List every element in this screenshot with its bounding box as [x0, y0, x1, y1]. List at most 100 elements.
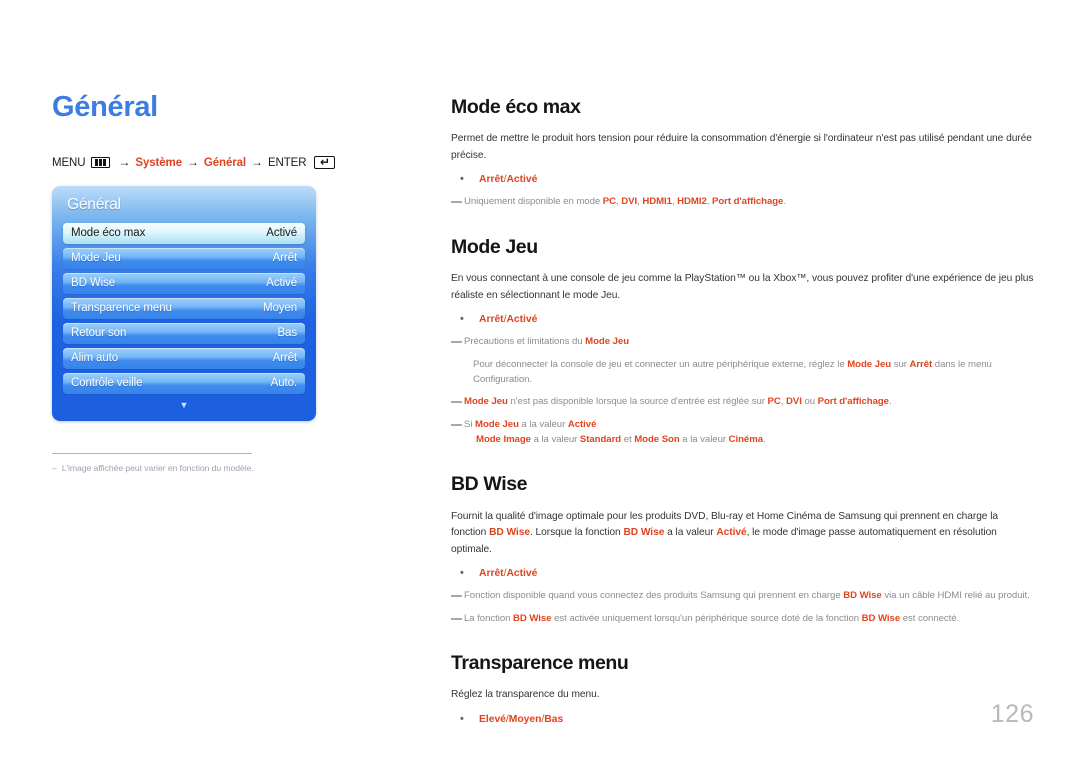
- section-mode-eco-max: Mode éco max Permet de mettre le produit…: [451, 96, 1034, 210]
- section-title: Transparence menu: [451, 651, 629, 674]
- note-bd-wise-hdmi: Fonction disponible quand vous connectez…: [451, 588, 1034, 603]
- note-value-mode-image: Mode Image: [476, 433, 531, 445]
- note-value-arret: Arrêt: [909, 358, 933, 370]
- osd-row-mode-jeu[interactable]: Mode Jeu Arrêt: [63, 247, 305, 269]
- osd-row-value: Bas: [277, 327, 297, 340]
- section-title: Mode Jeu: [451, 235, 538, 258]
- osd-row-alim-auto[interactable]: Alim auto Arrêt: [63, 347, 305, 369]
- osd-row-value: Activé: [266, 227, 297, 240]
- manual-page: Général MENU → Système → Général → ENTER…: [0, 0, 1080, 763]
- chevron-down-icon[interactable]: ▼: [63, 398, 305, 411]
- note-dash-icon: [451, 401, 462, 404]
- note-value-mode-son: Mode Son: [634, 433, 680, 445]
- note-text: Si: [464, 418, 476, 430]
- section-paragraph: Permet de mettre le produit hors tension…: [451, 133, 1032, 161]
- note-value-bd-wise: BD Wise: [843, 590, 882, 602]
- note-text: est connecté.: [900, 612, 960, 624]
- osd-row-bd-wise[interactable]: BD Wise Activé: [63, 272, 305, 294]
- note-value-mode-jeu: Mode Jeu: [847, 358, 892, 370]
- page-number: 126: [990, 700, 1034, 728]
- breadcrumb: MENU → Système → Général → ENTER: [52, 154, 382, 170]
- note-text: Fonction disponible quand vous connectez…: [464, 590, 844, 602]
- note-text: via un câble HDMI relié au produit.: [881, 590, 1030, 602]
- osd-row-label: Mode Jeu: [71, 252, 121, 265]
- note-value-active: Activé: [567, 418, 597, 430]
- note-dash-icon: [451, 341, 462, 344]
- breadcrumb-arrow-1: →: [118, 154, 131, 169]
- bullet-dot: •: [460, 173, 464, 186]
- breadcrumb-step-general: Général: [203, 156, 247, 169]
- note-text: La fonction: [464, 612, 514, 624]
- option-eleve: Elevé: [479, 713, 506, 725]
- bullet-dot: •: [460, 313, 464, 326]
- note-value-pc: PC: [602, 196, 617, 208]
- paragraph-text: . Lorsque la fonction: [529, 527, 624, 539]
- note-dash-icon: [451, 595, 462, 598]
- section-title: BD Wise: [451, 473, 528, 496]
- osd-row-value: Activé: [266, 277, 297, 290]
- section-paragraph: En vous connectant à une console de jeu …: [451, 273, 1034, 301]
- note-second-line: Mode Image a la valeur Standard et Mode …: [464, 432, 1034, 447]
- osd-row-transparence-menu[interactable]: Transparence menu Moyen: [63, 297, 305, 319]
- note-text: ou: [801, 396, 818, 408]
- note-period: .: [783, 196, 786, 208]
- osd-row-value: Auto.: [270, 377, 297, 390]
- section-title: Mode éco max: [451, 96, 581, 118]
- footnote-dash: ‒: [52, 462, 57, 473]
- note-value-cinema: Cinéma: [728, 433, 763, 445]
- section-transparence-menu: Transparence menu Réglez la transparence…: [451, 652, 1034, 725]
- note-text: a la valeur: [679, 433, 729, 445]
- note-mode-jeu-active: Si Mode Jeu a la valeur Activé Mode Imag…: [451, 417, 1034, 448]
- left-column: Général MENU → Système → Général → ENTER…: [52, 91, 382, 474]
- note-dash-icon: [451, 423, 462, 426]
- osd-menu-title: Général: [67, 195, 121, 213]
- note-text: Précautions et limitations du: [464, 336, 586, 348]
- note-text: Uniquement disponible en mode: [464, 196, 603, 208]
- note-value-port-affichage: Port d'affichage: [712, 196, 784, 208]
- osd-row-label: BD Wise: [71, 277, 116, 290]
- note-precautions-detail: Pour déconnecter la console de jeu et co…: [451, 357, 1034, 388]
- section-mode-jeu: Mode Jeu En vous connectant à une consol…: [451, 236, 1034, 448]
- osd-row-controle-veille[interactable]: Contrôle veille Auto.: [63, 372, 305, 394]
- note-value-mode-jeu: Mode Jeu: [475, 418, 519, 430]
- option-arret: Arrêt: [479, 568, 504, 580]
- section-bd-wise: BD Wise Fournit la qualité d'image optim…: [451, 473, 1034, 626]
- right-column: Mode éco max Permet de mettre le produit…: [451, 96, 1034, 734]
- option-moyen: Moyen: [508, 713, 542, 725]
- paragraph-value-active: Activé: [716, 527, 747, 539]
- note-value-hdmi1: HDMI1: [642, 196, 672, 208]
- osd-row-label: Contrôle veille: [71, 377, 143, 390]
- note-value-standard: Standard: [579, 433, 622, 445]
- note-value-bd-wise: BD Wise: [861, 612, 901, 624]
- options-bullet: • Arrêt / Activé: [451, 313, 1034, 325]
- note-text: est activée uniquement lorsqu'un périphé…: [551, 612, 862, 624]
- osd-row-retour-son[interactable]: Retour son Bas: [63, 322, 305, 344]
- enter-key-icon: [314, 156, 336, 170]
- note-text: Pour déconnecter la console de jeu et co…: [473, 358, 848, 370]
- option-active: Activé: [506, 568, 538, 580]
- bullet-dot: •: [460, 712, 464, 725]
- paragraph-value-bd-wise: BD Wise: [623, 527, 665, 539]
- note-value-dvi: DVI: [621, 196, 638, 208]
- osd-row-mode-eco-max[interactable]: Mode éco max Activé: [63, 222, 305, 244]
- option-arret: Arrêt: [479, 174, 504, 186]
- osd-row-label: Alim auto: [71, 352, 119, 365]
- paragraph-value-bd-wise: BD Wise: [489, 527, 530, 539]
- note-text: .: [762, 433, 766, 445]
- breadcrumb-arrow-3: →: [251, 154, 263, 169]
- note-text: sur: [891, 358, 910, 370]
- page-title: Général: [52, 91, 158, 123]
- note-text: et: [621, 433, 635, 445]
- note-value-port-affichage: Port d'affichage: [817, 396, 889, 408]
- osd-row-label: Mode éco max: [71, 227, 146, 240]
- breadcrumb-menu-label: MENU: [52, 156, 86, 169]
- option-bas: Bas: [544, 713, 564, 725]
- osd-menu-panel: Général Mode éco max Activé Mode Jeu Arr…: [52, 185, 316, 421]
- menu-bars-icon: [91, 157, 111, 169]
- note-dash-icon: [451, 201, 462, 204]
- breadcrumb-enter-label: ENTER: [267, 156, 307, 169]
- note-bd-wise-source: La fonction BD Wise est activée uniqueme…: [451, 611, 1034, 626]
- options-bullet: • Arrêt / Activé: [451, 567, 1034, 579]
- option-active: Activé: [506, 314, 538, 326]
- osd-row-value: Moyen: [262, 302, 297, 315]
